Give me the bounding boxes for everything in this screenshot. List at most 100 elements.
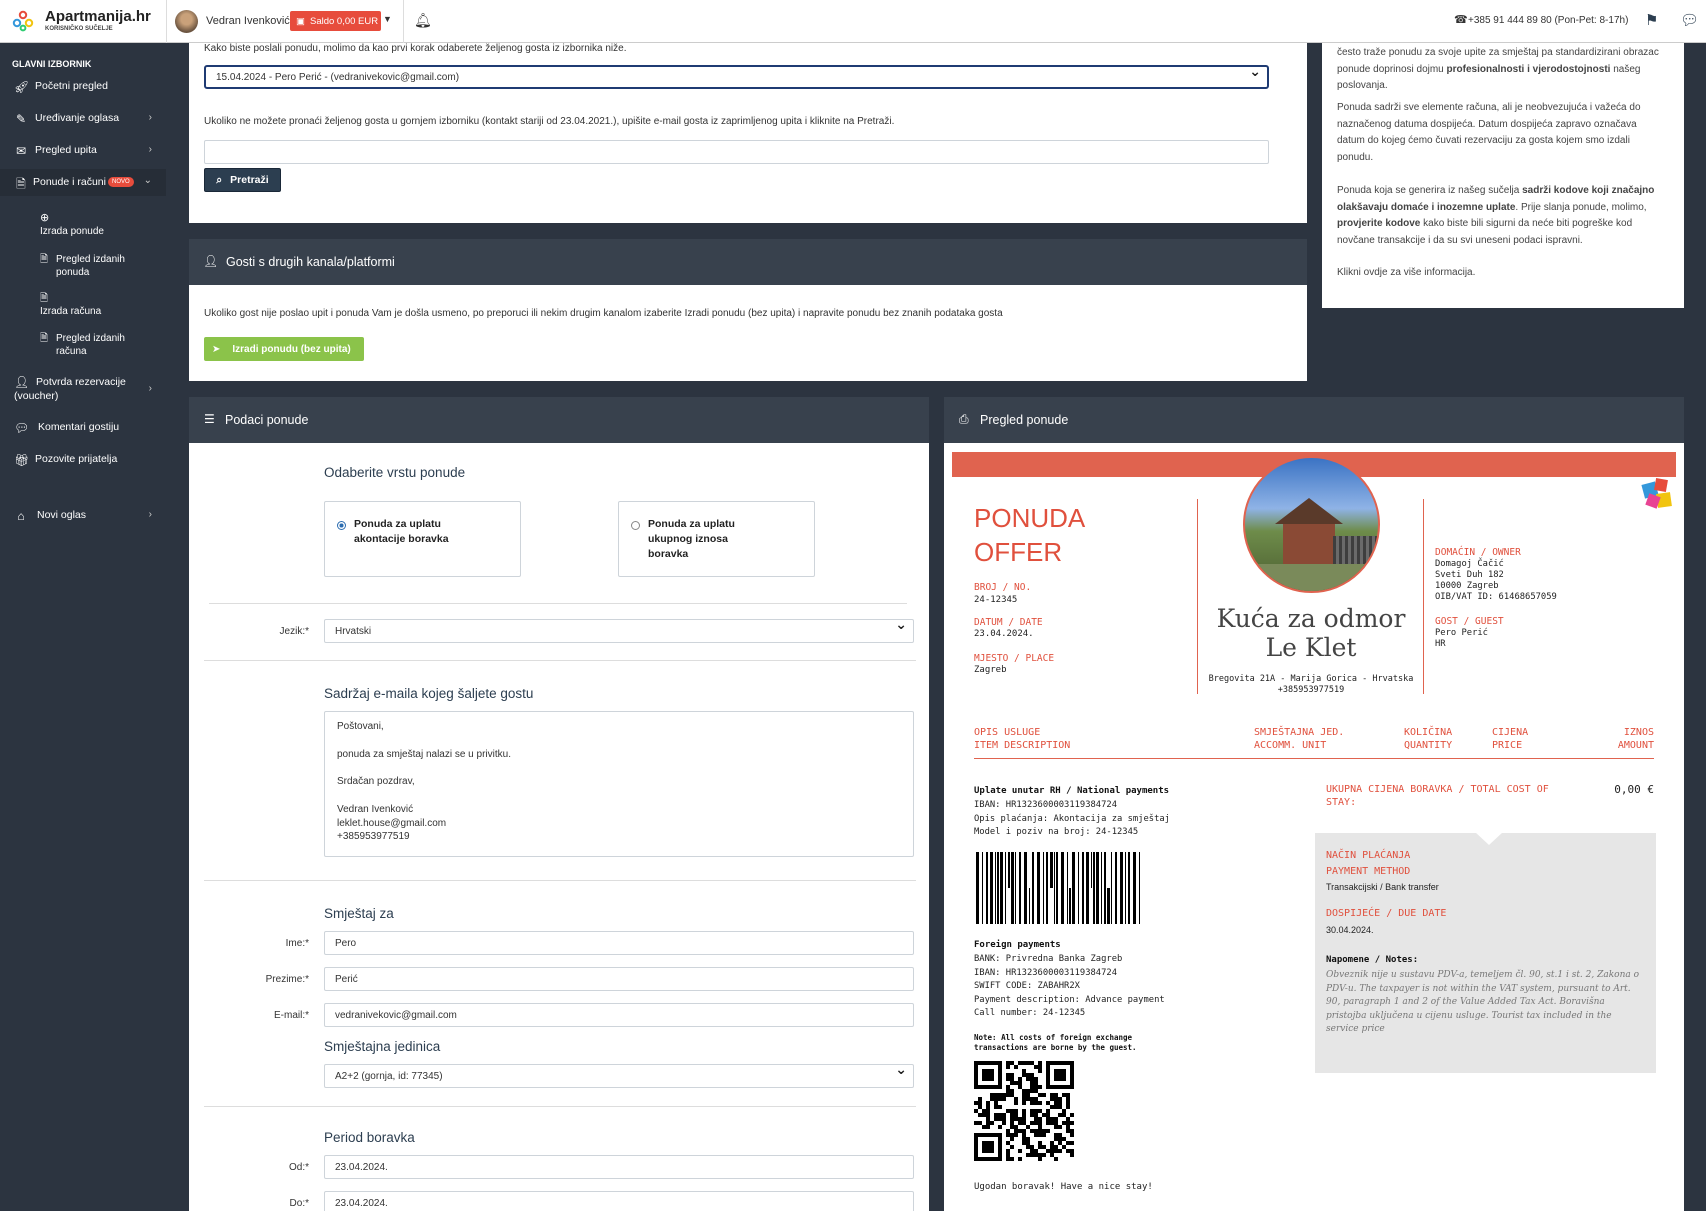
other-channels-header: 👤︎ Gosti s drugih kanala/platformi xyxy=(189,239,1307,285)
sidebar-item-label: Početni pregled xyxy=(35,80,108,92)
apartmanija-cube-icon xyxy=(1639,475,1677,513)
place-value: Zagreb xyxy=(974,665,1007,675)
saldo-text: Saldo 0,00 EUR xyxy=(309,15,379,27)
divider xyxy=(403,0,404,43)
col-desc: OPIS USLUGE ITEM DESCRIPTION xyxy=(974,726,1070,752)
do-date-input[interactable]: 23.04.2024. xyxy=(324,1191,914,1211)
sidebar-item-izrada-racuna[interactable]: 🗎 Izrada računa xyxy=(0,291,166,325)
chevron-right-icon: › xyxy=(148,144,152,155)
email-body-line: Srdačan pozdrav, xyxy=(337,776,415,788)
owner-line: Domagoj Čačić xyxy=(1435,559,1504,569)
email-input[interactable]: vedranivekovic@gmail.com xyxy=(324,1003,914,1027)
col-price-en: PRICE xyxy=(1492,740,1523,751)
national-payment-line: Model i poziv na broj: 24-12345 xyxy=(974,827,1139,837)
email-body-line: Poštovani, xyxy=(337,721,384,732)
lang-label: Jezik:* xyxy=(279,626,309,637)
sidebar-item-izrada-ponude[interactable]: ⊕ Izrada ponude xyxy=(0,211,166,245)
col-amount: IZNOS AMOUNT xyxy=(1584,726,1654,752)
bell-icon[interactable]: 🔔︎ xyxy=(414,12,432,29)
sidebar-item-label: Pregled izdanih računa xyxy=(56,333,125,357)
unit-value: A2+2 (gornja, id: 77345) xyxy=(335,1070,443,1082)
option-akontacija[interactable]: Ponuda za uplatu akontacije boravka xyxy=(324,501,521,577)
brand-title[interactable]: Apartmanija.hr xyxy=(45,8,151,25)
form-title: Podaci ponude xyxy=(225,413,309,427)
col-amount-en: AMOUNT xyxy=(1617,740,1654,751)
col-qty-en: QUANTITY xyxy=(1404,740,1453,751)
preview-title: Pregled ponude xyxy=(980,413,1069,427)
home-icon: ⌂ xyxy=(17,509,25,523)
intro-text: Kako biste poslali ponudu, molimo da kao… xyxy=(204,43,627,54)
od-date-input[interactable]: 23.04.2024. xyxy=(324,1155,914,1179)
preview-header: ⎙ Pregled ponude xyxy=(944,397,1684,443)
ime-input[interactable]: Pero xyxy=(324,931,914,955)
guest-line: HR xyxy=(1435,639,1446,649)
file-icon: 🗎 xyxy=(40,254,49,265)
owner-line: OIB/VAT ID: 61468657059 xyxy=(1435,592,1557,602)
chat-icon[interactable]: 💬︎ xyxy=(1680,11,1699,29)
user-plus-icon: 👤︎ xyxy=(203,254,219,268)
guest-select[interactable]: 15.04.2024 - Pero Perić - (vedranivekovi… xyxy=(204,63,1269,89)
envelope-icon: ✉ xyxy=(15,144,27,158)
guest-info: Pero Perić HR xyxy=(1435,628,1488,650)
print-icon: ⎙ xyxy=(959,412,969,426)
logo-icon[interactable] xyxy=(12,10,34,32)
contact-phone[interactable]: +385 91 444 89 80 (Pon-Pet: 8-17h) xyxy=(1468,15,1628,26)
od-value: 23.04.2024. xyxy=(335,1161,388,1173)
method-value: Transakcijski / Bank transfer xyxy=(1326,882,1439,892)
email-heading: Sadržaj e-maila kojeg šaljete gostu xyxy=(324,686,534,701)
sidebar-item-pregled-ponuda[interactable]: 🗎 Pregled izdanih ponuda xyxy=(0,252,166,286)
email-body-line xyxy=(337,734,901,748)
ime-value: Pero xyxy=(335,937,357,949)
house-lawn xyxy=(1245,564,1378,591)
national-payments-info: IBAN: HR1323600003119384724 Opis plaćanja… xyxy=(974,799,1170,840)
sidebar-item-label: Pregled upita xyxy=(35,144,97,156)
email-search-input[interactable] xyxy=(204,140,1269,164)
chevron-right-icon: › xyxy=(148,112,152,123)
flag-icon[interactable]: ⚑ xyxy=(1645,11,1658,29)
method-label-hr: NAČIN PLAĆANJA xyxy=(1326,850,1411,861)
sidebar-item-label: Komentari gostiju xyxy=(38,421,120,433)
notes-text: Obveznik nije u sustavu PDV-a, temeljem … xyxy=(1326,970,1640,1034)
od-label: Od:* xyxy=(288,1162,309,1173)
comments-icon: 💬︎ xyxy=(14,421,30,435)
user-name[interactable]: Vedran Ivenković xyxy=(206,15,290,27)
paper-plane-icon: ➤ xyxy=(212,343,221,355)
prezime-input[interactable]: Perić xyxy=(324,967,914,991)
email-value: vedranivekovic@gmail.com xyxy=(335,1009,457,1021)
foreign-payment-line: BANK: Privredna Banka Zagreb xyxy=(974,954,1123,964)
place-label: MJESTO / PLACE xyxy=(974,653,1055,664)
sidebar-item-voucher[interactable]: 👤︎ Potvrda rezervacije (voucher) › xyxy=(0,375,166,409)
sidebar-item-ponude[interactable]: 🗎 Ponude i računi NOVO ⌄ xyxy=(0,169,166,196)
lang-select[interactable]: Hrvatski xyxy=(324,616,914,643)
unit-select[interactable]: A2+2 (gornja, id: 77345) xyxy=(324,1061,914,1088)
radio-checked[interactable] xyxy=(337,521,346,530)
create-offer-button[interactable]: ➤ Izradi ponudu (bez upita) xyxy=(204,337,364,361)
search-button[interactable]: ⌕ Pretraži xyxy=(204,168,281,192)
foreign-payment-line: IBAN: HR1323600003119384724 xyxy=(974,967,1117,978)
do-value: 23.04.2024. xyxy=(335,1197,388,1209)
email-body-textarea[interactable]: Poštovani, ponuda za smještaj nalazi se … xyxy=(324,711,914,857)
avatar[interactable] xyxy=(175,10,198,33)
radio-unchecked[interactable] xyxy=(631,521,640,530)
national-payment-line: IBAN: HR1323600003119384724 xyxy=(974,800,1117,810)
more-info-link[interactable]: Klikni ovdje za više informacija. xyxy=(1337,265,1667,282)
total-label: UKUPNA CIJENA BORAVKA / TOTAL COST OF ST… xyxy=(1326,784,1549,808)
sidebar-item-pregled-racuna[interactable]: 🗎 Pregled izdanih računa xyxy=(0,331,166,365)
new-badge: NOVO xyxy=(108,177,134,187)
saldo-badge[interactable]: ▣ Saldo 0,00 EUR xyxy=(290,11,381,31)
other-channels-title: Gosti s drugih kanala/platformi xyxy=(226,255,395,269)
prezime-label: Prezime:* xyxy=(265,974,309,985)
guest-select-value: 15.04.2024 - Pero Perić - (vedranivekovi… xyxy=(216,71,460,83)
option-ukupni[interactable]: Ponuda za uplatu ukupnog iznosa boravka xyxy=(618,501,815,577)
divider xyxy=(204,1106,916,1107)
type-heading: Odaberite vrstu ponude xyxy=(324,465,466,480)
form-header: ☰ Podaci ponude xyxy=(189,397,929,443)
sidebar-item-label: Izrada računa xyxy=(40,306,102,317)
info-paragraph: često traže ponudu za svoje upite za smj… xyxy=(1337,45,1667,95)
due-value: 30.04.2024. xyxy=(1326,925,1374,935)
wallet-icon: ▣ xyxy=(296,15,305,27)
divider xyxy=(1197,499,1198,694)
caret-down-icon[interactable]: ▼ xyxy=(383,14,392,24)
sidebar-item-label: Uređivanje oglasa xyxy=(35,112,120,124)
col-unit: SMJEŠTAJNA JED. ACCOMM. UNIT xyxy=(1254,726,1344,752)
